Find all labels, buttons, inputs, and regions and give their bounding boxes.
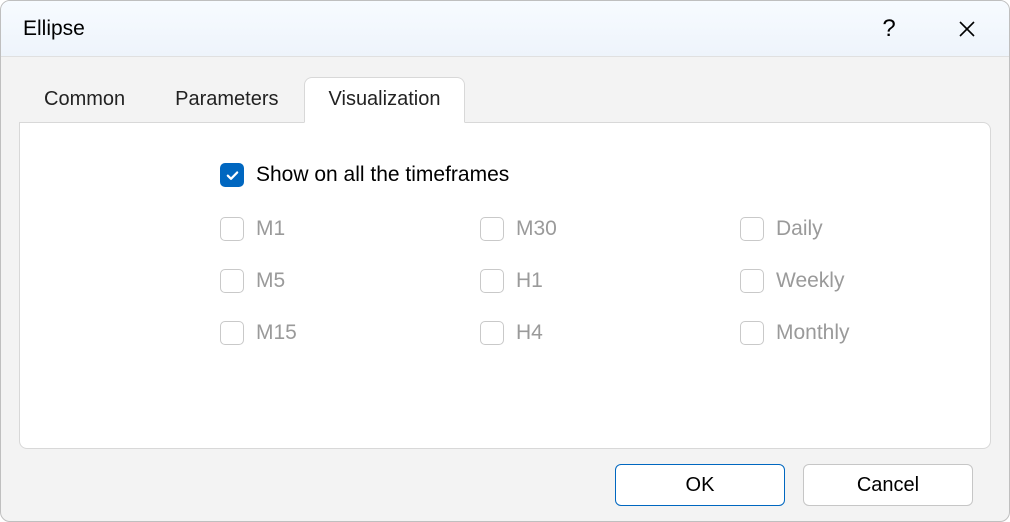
titlebar: Ellipse ? <box>1 1 1009 57</box>
timeframe-label: H4 <box>516 321 543 345</box>
tab-label: Visualization <box>329 88 441 110</box>
tab-common[interactable]: Common <box>19 77 150 122</box>
timeframe-label: M30 <box>516 217 557 241</box>
timeframe-label: M15 <box>256 321 297 345</box>
timeframe-row-monthly: Monthly <box>740 321 1000 345</box>
timeframe-label: M5 <box>256 269 285 293</box>
tab-panel-visualization: Show on all the timeframes M1 M30 Daily <box>19 122 991 449</box>
dialog-footer: OK Cancel <box>19 449 991 521</box>
timeframe-label: M1 <box>256 217 285 241</box>
timeframe-row-h1: H1 <box>480 269 740 293</box>
timeframe-checkbox-m1[interactable] <box>220 217 244 241</box>
close-button[interactable] <box>943 5 991 53</box>
timeframe-checkbox-h4[interactable] <box>480 321 504 345</box>
timeframe-label: Monthly <box>776 321 850 345</box>
timeframe-row-weekly: Weekly <box>740 269 1000 293</box>
timeframe-row-m5: M5 <box>220 269 480 293</box>
timeframe-label: Weekly <box>776 269 844 293</box>
timeframe-checkbox-m30[interactable] <box>480 217 504 241</box>
show-all-timeframes-checkbox[interactable] <box>220 163 244 187</box>
timeframe-row-m1: M1 <box>220 217 480 241</box>
timeframe-row-daily: Daily <box>740 217 1000 241</box>
timeframe-checkbox-daily[interactable] <box>740 217 764 241</box>
close-icon <box>958 20 976 38</box>
timeframe-checkbox-m15[interactable] <box>220 321 244 345</box>
dialog-window: Ellipse ? Common Parameters Visualizatio… <box>0 0 1010 522</box>
timeframe-grid: M1 M30 Daily M5 H1 <box>220 217 950 345</box>
timeframe-checkbox-m5[interactable] <box>220 269 244 293</box>
timeframe-label: H1 <box>516 269 543 293</box>
cancel-button[interactable]: Cancel <box>803 464 973 506</box>
tab-label: Parameters <box>175 88 278 110</box>
button-label: OK <box>686 474 715 497</box>
ok-button[interactable]: OK <box>615 464 785 506</box>
tab-bar: Common Parameters Visualization <box>19 77 991 122</box>
help-button[interactable]: ? <box>865 5 913 53</box>
check-icon <box>225 168 240 183</box>
timeframe-checkbox-h1[interactable] <box>480 269 504 293</box>
dialog-body: Common Parameters Visualization Show on … <box>1 57 1009 521</box>
timeframe-label: Daily <box>776 217 823 241</box>
dialog-title: Ellipse <box>23 17 865 41</box>
show-all-timeframes-label: Show on all the timeframes <box>256 163 509 187</box>
tab-label: Common <box>44 88 125 110</box>
timeframe-row-h4: H4 <box>480 321 740 345</box>
tab-parameters[interactable]: Parameters <box>150 77 303 122</box>
timeframe-row-m15: M15 <box>220 321 480 345</box>
show-all-timeframes-row: Show on all the timeframes <box>220 163 950 187</box>
tab-visualization[interactable]: Visualization <box>304 77 466 123</box>
timeframe-row-m30: M30 <box>480 217 740 241</box>
timeframe-checkbox-monthly[interactable] <box>740 321 764 345</box>
timeframe-checkbox-weekly[interactable] <box>740 269 764 293</box>
button-label: Cancel <box>857 474 919 497</box>
